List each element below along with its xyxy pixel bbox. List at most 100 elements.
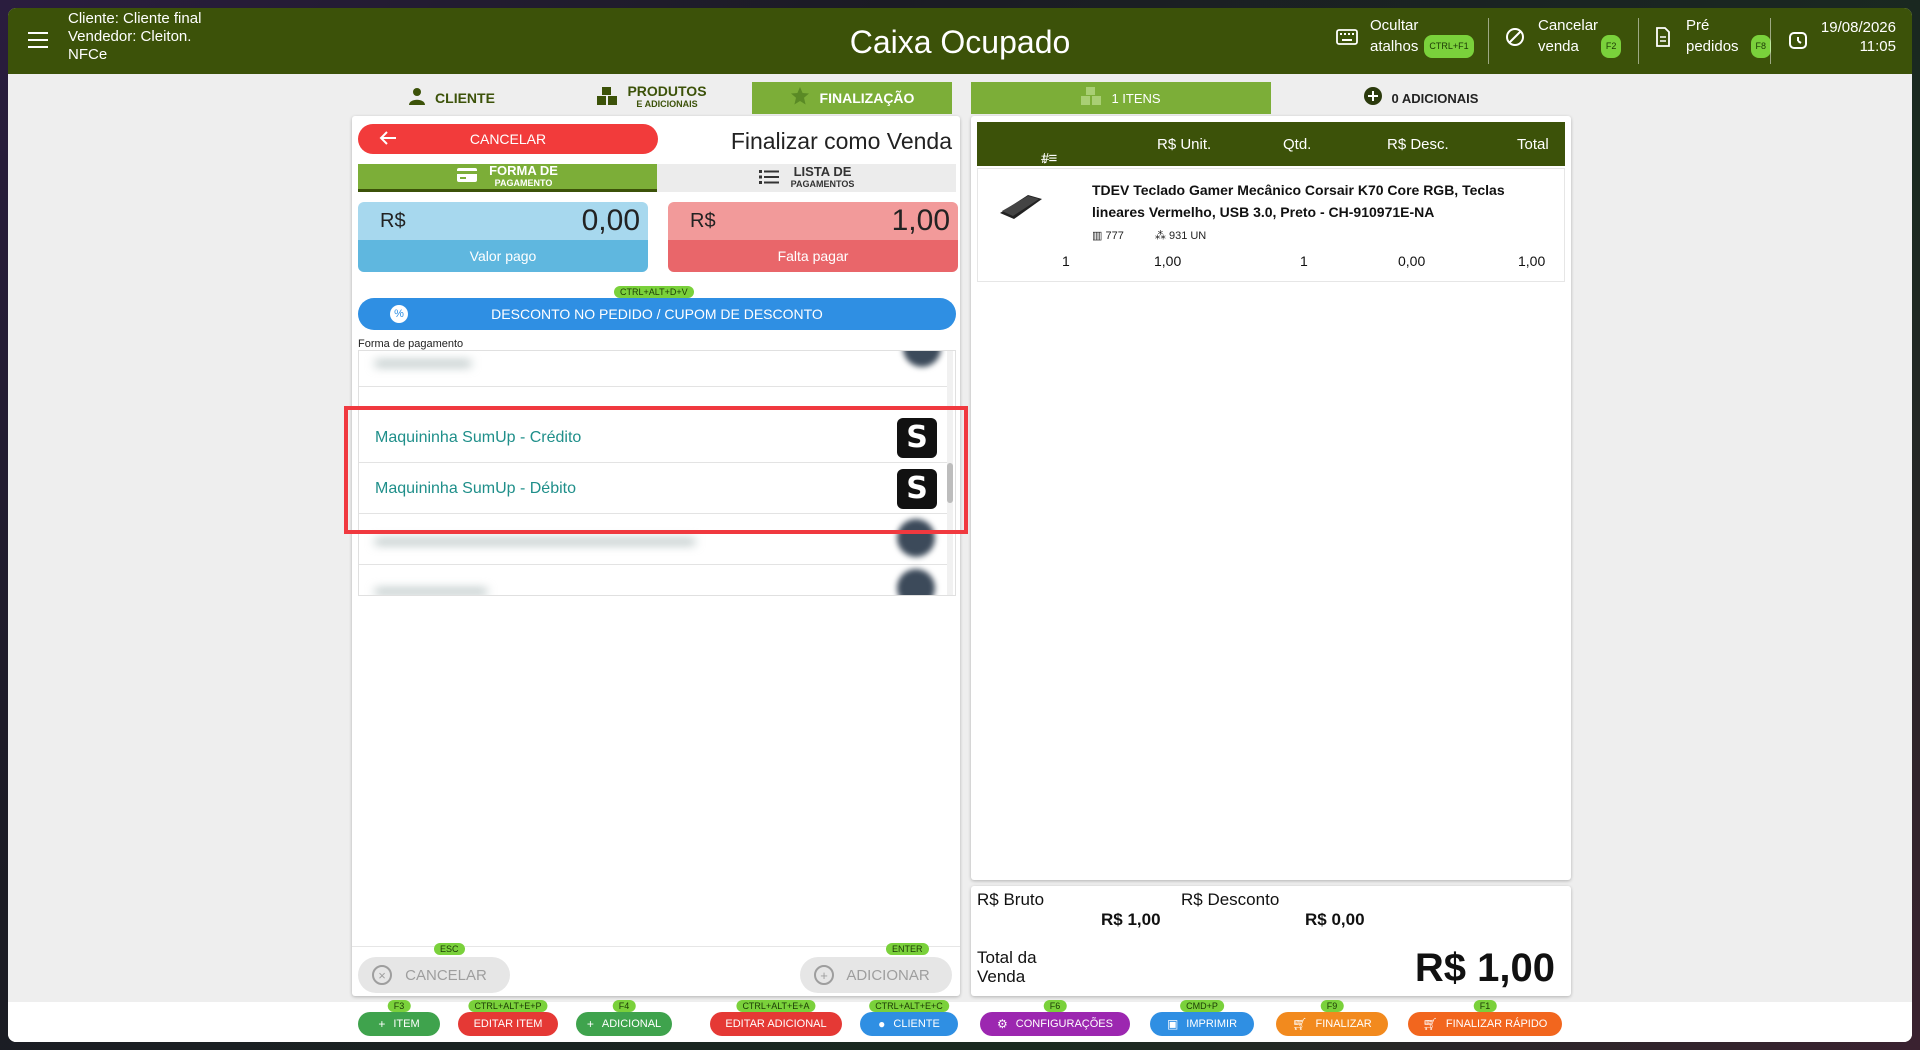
tab-finalizacao[interactable]: FINALIZAÇÃO [752,82,952,114]
shortcut-badge: CTRL+ALT+E+P [468,1000,548,1012]
print-button-label: IMPRIMIR [1186,1018,1238,1030]
discount-button-label: DESCONTO NO PEDIDO / CUPOM DE DESCONTO [491,306,823,322]
tab-lista-pagamentos[interactable]: LISTA DE PAGAMENTOS [657,164,956,192]
tab-finalizacao-label: FINALIZAÇÃO [819,90,915,106]
payment-logo-icon [897,569,935,595]
product-meta: ▥ 777 ⁂ 931 UN [1092,229,1206,242]
edit-item-button-label: EDITAR ITEM [473,1018,543,1030]
bottom-cancel-button[interactable]: × CANCELAR [358,957,510,993]
stock-icon: ⁂ [1154,230,1166,242]
tab-forma-label: FORMA DE [489,162,558,178]
tab-forma-pagamento[interactable]: FORMA DE PAGAMENTO [358,164,657,192]
finalize-panel: CANCELAR Finalizar como Venda FORMA DE PA… [352,116,960,996]
cancel-sale-button[interactable]: Cancelar venda F2 [1504,16,1622,58]
tab-produtos-label: PRODUTOS [627,83,707,99]
hide-shortcuts-label-1: Ocultar [1370,17,1419,34]
client-button[interactable]: CTRL+ALT+E+C ● CLIENTE [860,1000,958,1036]
discount-label: R$ Desconto [1181,890,1280,909]
shortcut-badge: F4 [612,1000,636,1012]
bottom-cancel-label: CANCELAR [405,966,487,984]
row-disc: 0,00 [1398,253,1426,269]
shortcut-badge: ESC [434,943,465,955]
product-image [1000,195,1042,219]
barcode-icon: ▥ [1092,230,1103,242]
bottom-add-label: ADICIONAR [846,966,930,984]
currency-label: R$ [690,209,716,232]
highlight-box [344,406,968,534]
shortcut-badge: CTRL+ALT+E+A [736,1000,816,1012]
clock-icon [1788,30,1810,52]
shortcut-badge: CMD+P [1180,1000,1224,1012]
payment-subtabs: FORMA DE PAGAMENTO LISTA DE PAGAMENTOS [358,164,956,192]
discount-value: R$ 0,00 [1305,910,1365,929]
row-index: 1 [1062,253,1070,269]
document-icon [1652,26,1674,48]
missing-value: 1,00 [891,204,950,237]
finalize-button-label: FINALIZAR [1315,1018,1372,1030]
tab-adicionais[interactable]: 0 ADICIONAIS [1271,82,1571,114]
tab-lista-sublabel: PAGAMENTOS [790,179,855,189]
items-table-header: # ↓≡ R$ Unit. Qtd. R$ Desc. Total [977,122,1565,167]
edit-item-button[interactable]: CTRL+ALT+E+P EDITAR ITEM [458,1000,558,1036]
tab-produtos-sublabel: E ADICIONAIS [636,99,698,109]
discount-button[interactable]: % DESCONTO NO PEDIDO / CUPOM DE DESCONTO [358,298,956,330]
shortcut-badge: CTRL+F1 [1424,35,1474,58]
block-icon [1504,26,1526,48]
cancel-button-label: CANCELAR [469,131,547,147]
quick-finalize-button-label: FINALIZAR RÁPIDO [1445,1018,1548,1030]
tab-produtos[interactable]: PRODUTOS E ADICIONAIS [552,82,752,114]
settings-button[interactable]: F6 ⚙ CONFIGURAÇÕES [980,1000,1130,1036]
settings-button-label: CONFIGURAÇÕES [1015,1018,1113,1030]
print-button[interactable]: CMD+P ▣ IMPRIMIR [1150,1000,1254,1036]
list-item[interactable]: ▬▬▬▬▬▬▬ [359,565,949,596]
tab-lista-label: LISTA DE [793,164,852,179]
date-time: 19/08/2026 11:05 [1821,18,1896,56]
gross-value: R$ 1,00 [1101,910,1161,929]
tab-cliente-label: CLIENTE [435,90,495,106]
gross-label: R$ Bruto [977,890,1045,909]
shortcut-badge: F9 [1320,1000,1344,1012]
top-bar: Cliente: Cliente final Vendedor: Cleiton… [8,8,1912,74]
payment-methods-label: Forma de pagamento [358,338,464,350]
cancel-button[interactable]: CANCELAR [358,124,658,154]
add-extra-button[interactable]: F4 + ADICIONAL [576,1000,672,1036]
quick-finalize-button[interactable]: F1 🛒︎ FINALIZAR RÁPIDO [1408,1000,1562,1036]
tab-forma-sublabel: PAGAMENTO [494,177,553,188]
finalize-actions: ESC × CANCELAR ENTER + ADICIONAR [352,943,960,996]
preorders-button[interactable]: Pré pedidos F8 [1652,16,1772,58]
arrow-left-icon [378,128,398,154]
plus-circle-icon: + [814,965,834,985]
person-icon: ● [878,1017,886,1031]
tab-cliente[interactable]: CLIENTE [352,82,552,114]
missing-value-box: R$ 1,00 Falta pagar [668,202,958,272]
tab-itens[interactable]: 1 ITENS [971,82,1271,114]
edit-extra-button-label: EDITAR ADICIONAL [725,1018,827,1030]
item-button[interactable]: F3 + ITEM [358,1000,440,1036]
preorders-label-2: pedidos [1686,38,1739,55]
cancel-sale-label-2: venda [1538,38,1579,55]
boxes-icon [1081,86,1102,110]
paid-value-box: R$ 0,00 Valor pago [358,202,648,272]
time-label: 11:05 [1859,38,1896,55]
shortcut-badge: F2 [1600,35,1622,58]
plus-circle-icon [1363,86,1382,110]
edit-extra-button[interactable]: CTRL+ALT+E+A EDITAR ADICIONAL [710,1000,842,1036]
bottom-add-button[interactable]: + ADICIONAR [800,957,952,993]
finalize-title: Finalizar como Venda [730,128,952,154]
row-qty: 1 [1300,253,1308,269]
col-unit: R$ Unit. [1157,136,1212,153]
col-qty: Qtd. [1283,136,1312,153]
cart-panel: # ↓≡ R$ Unit. Qtd. R$ Desc. Total TDEV T… [971,116,1571,880]
hide-shortcuts-button[interactable]: Ocultar atalhos CTRL+F1 [1336,16,1474,58]
finalize-button[interactable]: F9 🛒︎ FINALIZAR [1276,1000,1388,1036]
page-title: Caixa Ocupado [849,24,1071,60]
app-window: Cliente: Cliente final Vendedor: Cleiton… [8,8,1912,1042]
list-item[interactable]: ▬▬▬▬▬▬ [359,351,949,387]
close-circle-icon: × [372,965,392,985]
header-divider [1770,18,1771,64]
percent-icon: % [390,305,408,323]
col-total: Total [1517,136,1549,153]
blurred-text: ▬▬▬▬▬▬▬ [375,580,487,596]
cart-icon: 🛒︎ [1292,1017,1308,1031]
table-row[interactable]: TDEV Teclado Gamer Mecânico Corsair K70 … [977,168,1565,282]
